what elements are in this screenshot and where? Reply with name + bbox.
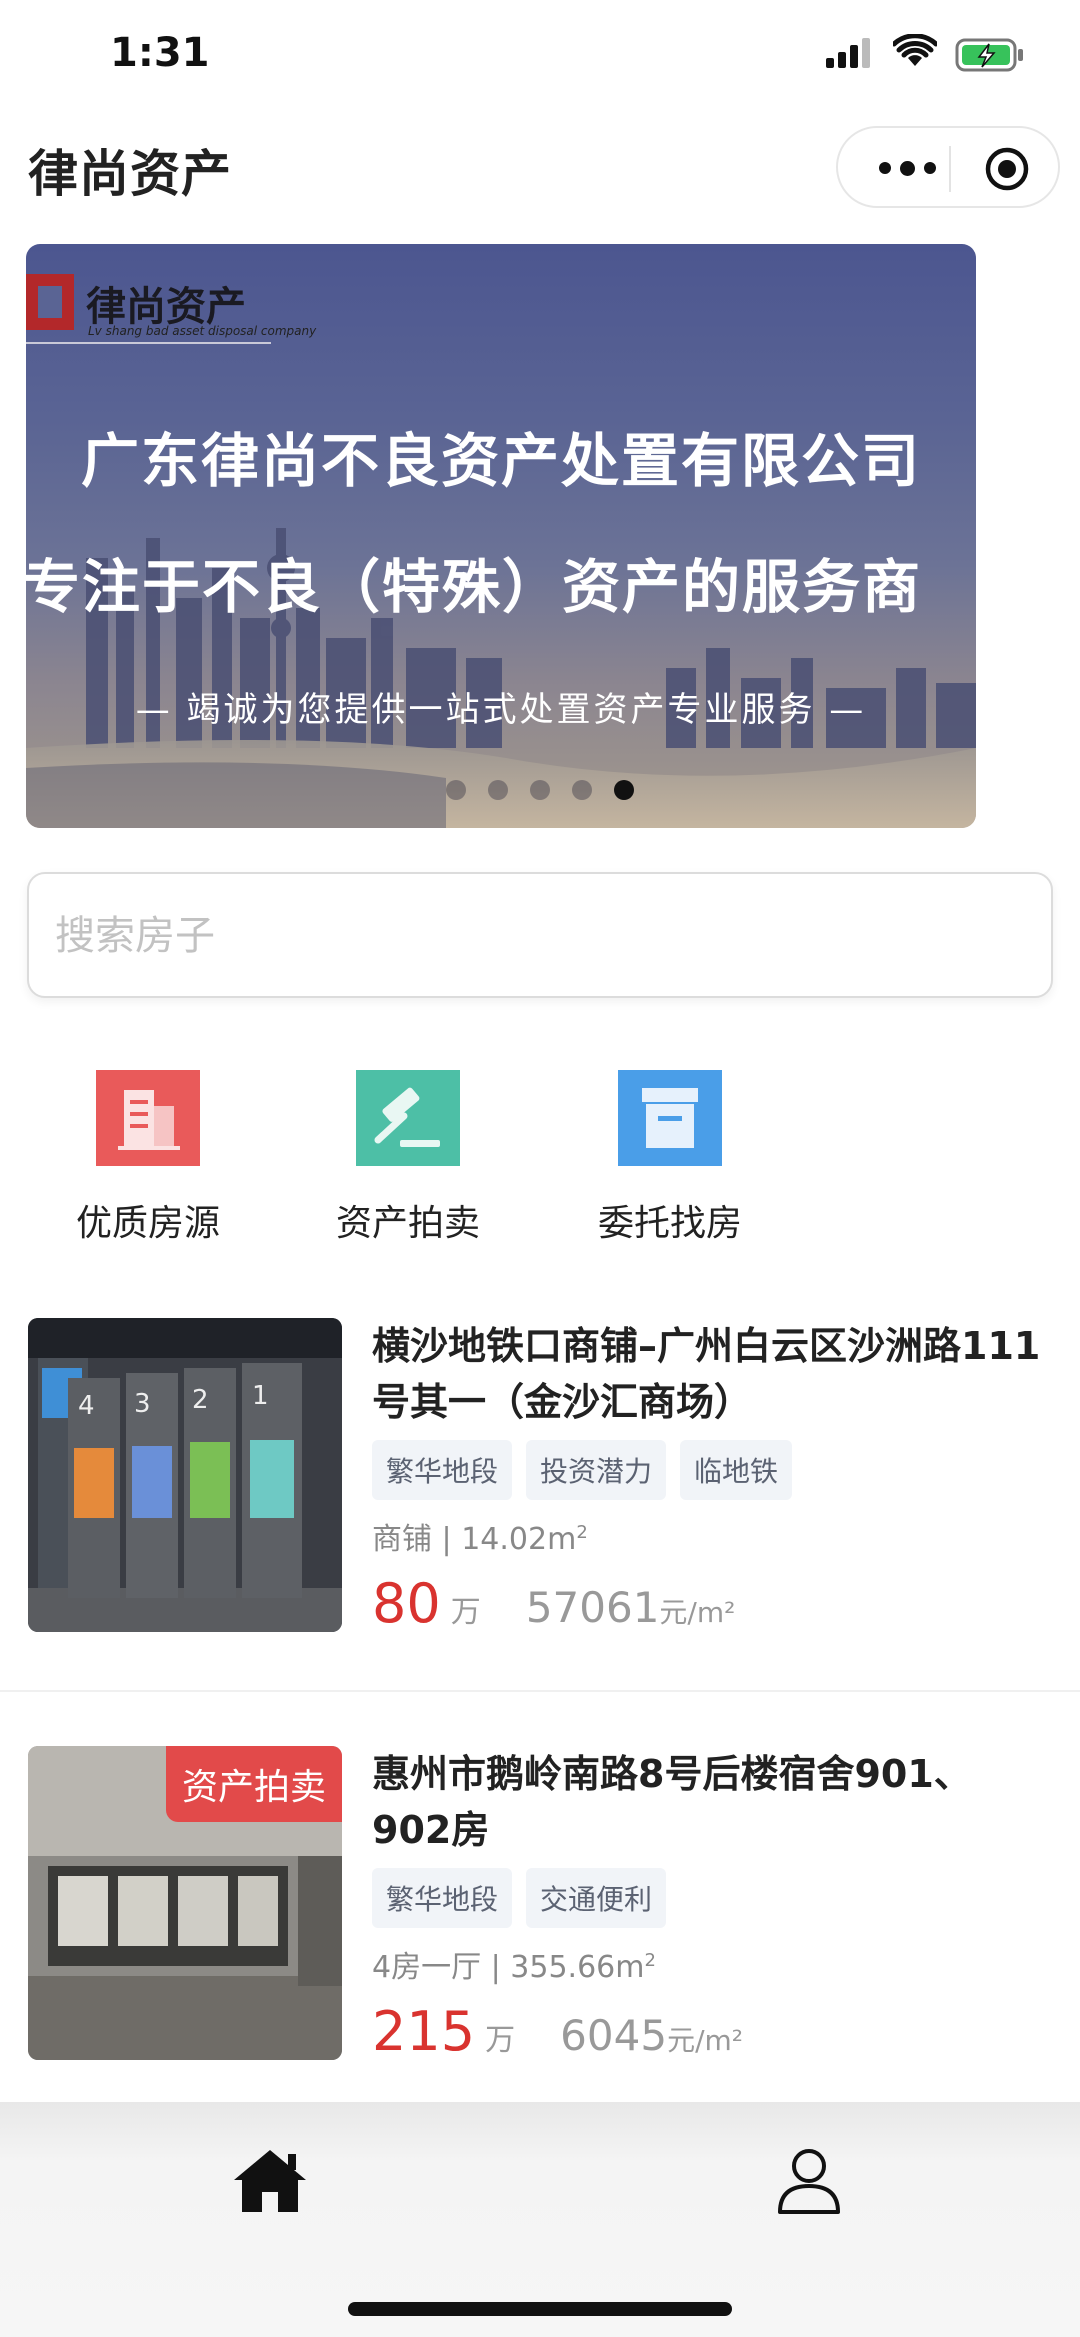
svg-text:4: 4 bbox=[78, 1391, 95, 1421]
listing-price: 80 万 57061元/m² bbox=[372, 1572, 1042, 1635]
listing-tag: 临地铁 bbox=[680, 1440, 793, 1500]
svg-text:3: 3 bbox=[134, 1389, 151, 1419]
close-miniapp-icon[interactable] bbox=[984, 146, 1030, 192]
page-title: 律尚资产 bbox=[28, 145, 232, 203]
listing-photo: 4 3 2 1 bbox=[28, 1318, 342, 1632]
listing-spec: 4房一厅 | 355.66m2 bbox=[372, 1942, 1042, 1986]
listing-tags: 繁华地段 投资潜力 临地铁 bbox=[372, 1440, 1042, 1500]
svg-text:1: 1 bbox=[252, 1381, 269, 1411]
listing-title[interactable]: 横沙地铁口商铺–广州白云区沙洲路111号其一（金沙汇商场） bbox=[372, 1318, 1042, 1430]
listing-tag: 繁华地段 bbox=[372, 1440, 513, 1500]
listing-area: 355.66m bbox=[510, 1950, 645, 1985]
category-label: 委托找房 bbox=[597, 1203, 742, 1244]
listing-area: 14.02m bbox=[461, 1522, 577, 1557]
wifi-icon bbox=[893, 34, 937, 66]
miniapp-capsule bbox=[836, 126, 1060, 208]
listing-info: 惠州市鹅岭南路8号后楼宿舍901、902房 繁华地段 交通便利 4房一厅 | 3… bbox=[372, 1746, 1042, 2063]
listing-title[interactable]: 惠州市鹅岭南路8号后楼宿舍901、902房 bbox=[372, 1746, 1042, 1858]
building-icon bbox=[96, 1070, 200, 1166]
category-label: 优质房源 bbox=[75, 1203, 220, 1244]
area-unit-sup: 2 bbox=[576, 1522, 588, 1543]
spec-separator: | bbox=[490, 1950, 511, 1985]
signal-icon bbox=[826, 38, 870, 68]
search-box[interactable] bbox=[27, 872, 1053, 998]
gavel-icon bbox=[356, 1070, 460, 1166]
logo-subtitle: Lv shang bad asset disposal company bbox=[88, 324, 317, 338]
home-icon[interactable] bbox=[232, 2146, 308, 2216]
listing-price: 215 万 6045元/m² bbox=[372, 2000, 1042, 2063]
unit-price-unit: 元/m² bbox=[667, 2024, 743, 2057]
nav-bar: 律尚资产 bbox=[0, 120, 1080, 220]
svg-text:2: 2 bbox=[192, 1385, 209, 1415]
listing-type: 4房一厅 bbox=[372, 1950, 482, 1985]
category-grid: 优质房源 资产拍卖 委托找房 bbox=[0, 1070, 1080, 1250]
home-indicator bbox=[348, 2302, 732, 2316]
more-dot bbox=[878, 162, 891, 174]
banner-carousel[interactable]: 律尚资产 Lv shang bad asset disposal company… bbox=[26, 244, 976, 828]
status-bar: 1:31 bbox=[0, 0, 1080, 110]
search-input[interactable] bbox=[53, 902, 1017, 970]
battery-charging-icon bbox=[955, 38, 1023, 72]
listing-info: 横沙地铁口商铺–广州白云区沙洲路111号其一（金沙汇商场） 繁华地段 投资潜力 … bbox=[372, 1318, 1042, 1635]
listing-divider bbox=[0, 1690, 1080, 1692]
listing-tag: 交通便利 bbox=[526, 1868, 667, 1928]
listing-photo: 资产拍卖 bbox=[28, 1746, 342, 2060]
capsule-divider bbox=[949, 146, 951, 192]
carousel-dot[interactable] bbox=[488, 780, 508, 800]
more-dot bbox=[923, 162, 936, 174]
auction-badge: 资产拍卖 bbox=[165, 1746, 342, 1822]
total-price: 80 bbox=[372, 1572, 441, 1635]
listing-tag: 繁华地段 bbox=[372, 1868, 513, 1928]
banner-tagline: — 竭诚为您提供一站式处置资产专业服务 — bbox=[135, 690, 867, 730]
category-label: 资产拍卖 bbox=[335, 1203, 480, 1244]
carousel-dot[interactable] bbox=[530, 780, 550, 800]
unit-price: 6045 bbox=[560, 2011, 668, 2060]
category-find-house[interactable]: 委托找房 bbox=[580, 1070, 760, 1246]
carousel-indicators bbox=[446, 780, 634, 800]
total-price-unit: 万 bbox=[450, 1595, 481, 1630]
logo-mark bbox=[26, 274, 74, 330]
status-time: 1:31 bbox=[110, 30, 210, 76]
category-quality-listings[interactable]: 优质房源 bbox=[58, 1070, 238, 1246]
banner-subheadline: 专注于不良（特殊）资产的服务商 bbox=[26, 553, 923, 621]
listing-tag: 投资潜力 bbox=[526, 1440, 667, 1500]
banner-headline: 广东律尚不良资产处置有限公司 bbox=[80, 427, 921, 495]
spec-separator: | bbox=[441, 1522, 462, 1557]
listing-spec: 商铺 | 14.02m2 bbox=[372, 1514, 1042, 1558]
unit-price-unit: 元/m² bbox=[659, 1596, 736, 1629]
carousel-dot-active[interactable] bbox=[614, 780, 634, 800]
document-icon bbox=[618, 1070, 722, 1166]
more-dot bbox=[899, 160, 915, 176]
category-asset-auction[interactable]: 资产拍卖 bbox=[318, 1070, 498, 1246]
area-unit-sup: 2 bbox=[644, 1950, 656, 1971]
user-icon[interactable] bbox=[776, 2146, 842, 2216]
carousel-dot[interactable] bbox=[446, 780, 466, 800]
more-options-button[interactable] bbox=[872, 150, 942, 186]
logo-underline bbox=[26, 342, 271, 344]
mall-signboards-image: 4 3 2 1 bbox=[28, 1318, 342, 1632]
total-price: 215 bbox=[372, 2000, 476, 2063]
listing-tags: 繁华地段 交通便利 bbox=[372, 1868, 1042, 1928]
listing-type: 商铺 bbox=[372, 1522, 432, 1557]
carousel-dot[interactable] bbox=[572, 780, 592, 800]
unit-price: 57061 bbox=[525, 1583, 660, 1632]
total-price-unit: 万 bbox=[485, 2023, 516, 2058]
